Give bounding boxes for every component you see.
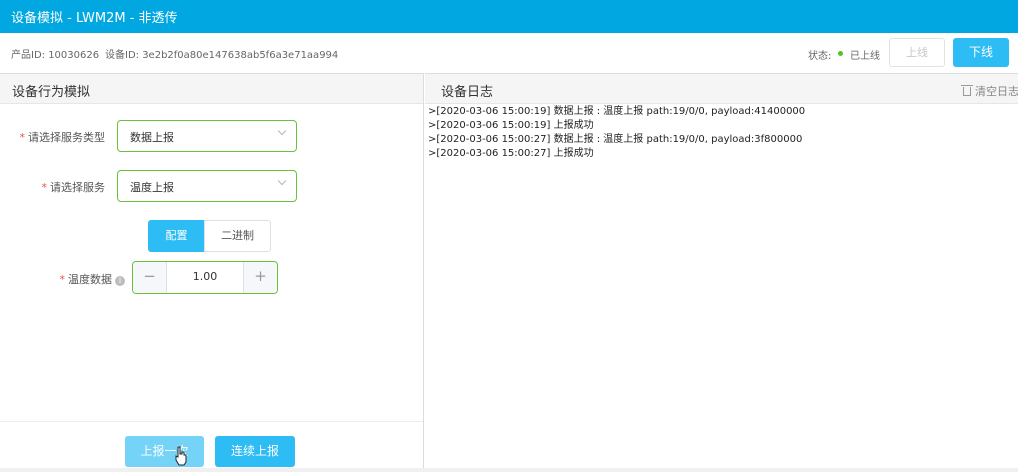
bottom-edge	[0, 468, 1018, 472]
panel-title: 设备行为模拟	[12, 85, 91, 100]
log-title: 设备日志	[441, 85, 494, 100]
temperature-label: * 温度数据 i	[59, 271, 125, 287]
hand-cursor-icon	[175, 446, 187, 466]
log-entry: >[2020-03-06 15:00:19] 数据上报 : 温度上报 path:…	[428, 106, 806, 117]
window-title: 设备模拟 - LWM2M - 非透传	[11, 11, 178, 26]
title-bar: 设备模拟 - LWM2M - 非透传	[0, 0, 1018, 33]
log-entry: >[2020-03-06 15:00:19] 上报成功	[428, 120, 594, 131]
temperature-input[interactable]: 1.00	[167, 270, 243, 283]
log-entry: >[2020-03-06 15:00:27] 上报成功	[428, 148, 594, 159]
online-button[interactable]: 上线	[889, 38, 945, 67]
device-id: 设备ID: 3e2b2f0a80e147638ab5f6a3e71aa994	[105, 50, 339, 61]
log-entry: >[2020-03-06 15:00:27] 数据上报 : 温度上报 path:…	[428, 134, 803, 145]
tab-binary[interactable]: 二进制	[204, 220, 271, 252]
divider	[0, 421, 423, 422]
increment-button[interactable]: +	[243, 262, 277, 293]
trash-icon	[961, 85, 973, 96]
decrement-button[interactable]: −	[133, 262, 167, 293]
service-type-select[interactable]: 数据上报	[117, 120, 297, 152]
service-type-value: 数据上报	[130, 131, 174, 144]
product-id: 产品ID: 10030626	[11, 50, 100, 61]
chevron-down-icon	[277, 176, 287, 186]
device-log-panel: 设备日志 清空日志 >[2020-03-06 15:00:19] 数据上报 : …	[425, 73, 1018, 472]
service-value: 温度上报	[130, 181, 174, 194]
tab-config[interactable]: 配置	[148, 220, 205, 252]
info-icon[interactable]: i	[115, 276, 125, 286]
status-label: 状态:	[808, 51, 832, 62]
chevron-down-icon	[277, 126, 287, 136]
device-info-bar: 产品ID: 10030626 设备ID: 3e2b2f0a80e147638ab…	[0, 33, 1018, 73]
clear-log-button[interactable]: 清空日志	[961, 83, 1018, 99]
required-mark: *	[41, 181, 48, 194]
status-value: 已上线	[850, 51, 880, 62]
log-list: >[2020-03-06 15:00:19] 数据上报 : 温度上报 path:…	[428, 105, 805, 161]
temperature-stepper[interactable]: − 1.00 +	[132, 261, 278, 294]
status-dot-icon	[838, 51, 843, 56]
required-mark: *	[59, 273, 66, 286]
offline-button[interactable]: 下线	[953, 38, 1009, 67]
report-once-button[interactable]: 上报一次	[125, 436, 204, 467]
service-select[interactable]: 温度上报	[117, 170, 297, 202]
panel-header: 设备行为模拟	[0, 74, 423, 104]
required-mark: *	[19, 131, 26, 144]
service-type-label: * 请选择服务类型	[19, 131, 106, 144]
panel-header: 设备日志 清空日志	[425, 74, 1018, 104]
behavior-simulation-panel: 设备行为模拟 * 请选择服务类型 数据上报 * 请选择服务 温度上报 配置 二进制 …	[0, 73, 424, 472]
report-continuous-button[interactable]: 连续上报	[215, 436, 295, 467]
service-label: * 请选择服务	[41, 181, 106, 194]
